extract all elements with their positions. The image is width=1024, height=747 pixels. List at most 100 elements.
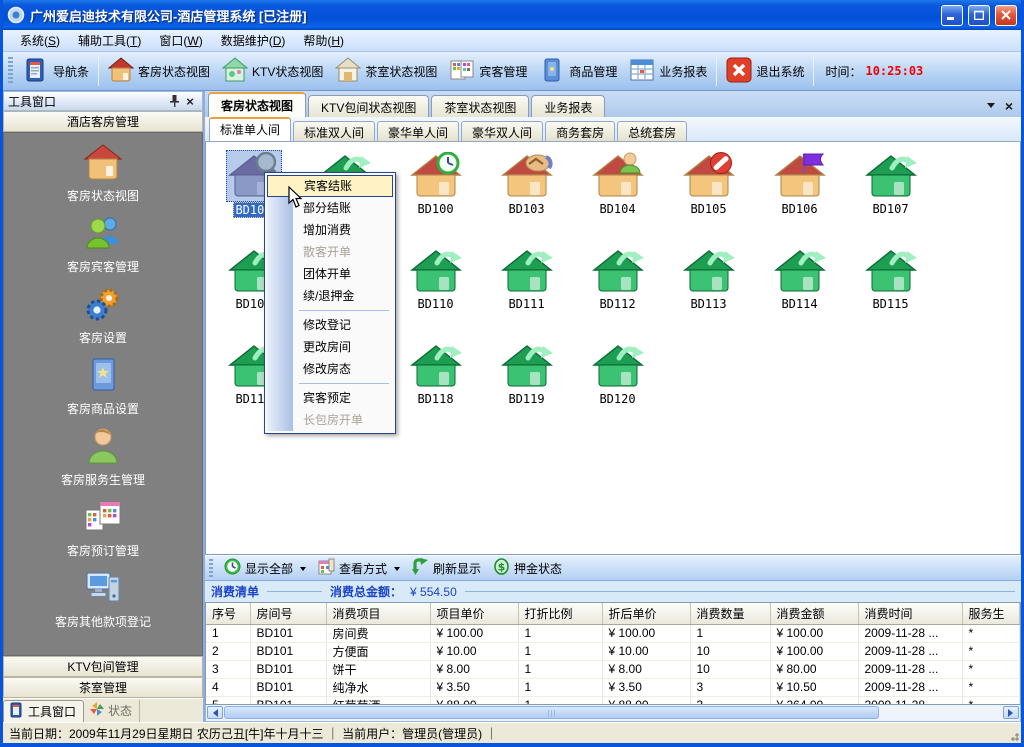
dropdown-arrow-icon[interactable] <box>394 567 400 574</box>
tab-list-dropdown-icon[interactable] <box>987 103 995 112</box>
table-row[interactable]: 4BD101纯净水¥ 3.501¥ 3.503¥ 10.502009-11-28… <box>206 678 1020 696</box>
toolbar-button-exit[interactable]: 退出系统 <box>720 54 810 88</box>
sidebar-group-hotel-rooms[interactable]: 酒店客房管理 <box>3 111 203 132</box>
action-refresh-button[interactable]: 刷新显示 <box>406 556 487 580</box>
doc-tab-2[interactable]: 茶室状态视图 <box>431 95 529 117</box>
table-row[interactable]: 2BD101方便面¥ 10.001¥ 10.0010¥ 100.002009-1… <box>206 642 1020 660</box>
main-toolbar: 导航条客房状态视图KTV状态视图茶室状态视图宾客管理商品管理业务报表退出系统时间… <box>3 52 1021 91</box>
room-type-tab-2[interactable]: 豪华单人间 <box>377 121 459 141</box>
list-toolbar-grip[interactable] <box>209 559 213 577</box>
column-header[interactable]: 消费项目 <box>326 603 430 624</box>
room-type-tab-5[interactable]: 总统套房 <box>617 121 687 141</box>
table-row[interactable]: 5BD101红葡萄酒¥ 88.001¥ 88.003¥ 264.002009-1… <box>206 696 1020 705</box>
sidebar-bottom-tab-toolwindow[interactable]: 工具窗口 <box>3 700 84 722</box>
room-BD100[interactable]: BD100 <box>390 148 481 243</box>
doc-tab-0[interactable]: 客房状态视图 <box>208 92 306 117</box>
menubar-item-0[interactable]: 系统(S) <box>11 29 69 52</box>
sidebar-item-5[interactable]: 客房服务生管理 <box>13 427 193 498</box>
column-header[interactable]: 房间号 <box>250 603 326 624</box>
room-BD104[interactable]: BD104 <box>572 148 663 243</box>
sidebar-item-4[interactable]: 客房商品设置 <box>13 356 193 427</box>
close-tab-icon[interactable]: × <box>1005 101 1013 111</box>
room-BD105[interactable]: BD105 <box>663 148 754 243</box>
context-menu-item-5[interactable]: 续/退押金 <box>267 285 393 307</box>
room-BD107[interactable]: BD107 <box>845 148 936 243</box>
sidebar-item-7[interactable]: 客房其他款项登记 <box>13 569 193 640</box>
room-BD120[interactable]: BD120 <box>572 338 663 433</box>
table-row[interactable]: 1BD101房间费¥ 100.001¥ 100.001¥ 100.002009-… <box>206 624 1020 642</box>
sidebar-item-3[interactable]: 客房设置 <box>13 285 193 356</box>
room-BD119[interactable]: BD119 <box>481 338 572 433</box>
room-BD114[interactable]: BD114 <box>754 243 845 338</box>
sidebar-item-6[interactable]: 客房预订管理 <box>13 498 193 569</box>
context-menu-item-8[interactable]: 更改房间 <box>267 336 393 358</box>
toolbar-button-goods-manage[interactable]: 商品管理 <box>533 54 623 88</box>
action-view-mode-button[interactable]: 查看方式 <box>312 556 406 580</box>
scroll-right-arrow-icon[interactable] <box>1003 706 1019 719</box>
room-type-tab-4[interactable]: 商务套房 <box>545 121 615 141</box>
room-BD112[interactable]: BD112 <box>572 243 663 338</box>
room-BD111[interactable]: BD111 <box>481 243 572 338</box>
toolbar-button-ktv-status[interactable]: KTV状态视图 <box>216 54 329 88</box>
pin-icon[interactable] <box>166 94 182 109</box>
room-type-tab-0[interactable]: 标准单人间 <box>209 117 291 141</box>
toolbar-button-report[interactable]: 业务报表 <box>623 54 713 88</box>
context-menu-item-11[interactable]: 宾客预定 <box>267 387 393 409</box>
room-BD106[interactable]: BD106 <box>754 148 845 243</box>
column-header[interactable]: 序号 <box>206 603 250 624</box>
menubar-item-2[interactable]: 窗口(W) <box>150 29 211 52</box>
menubar-item-1[interactable]: 辅助工具(T) <box>69 29 150 52</box>
context-menu-item-4[interactable]: 团体开单 <box>267 263 393 285</box>
action-clock-button[interactable]: 显示全部 <box>218 556 312 580</box>
sidebar-group-ktv[interactable]: KTV包间管理 <box>3 656 203 677</box>
scroll-left-arrow-icon[interactable] <box>207 706 223 719</box>
context-menu-item-2[interactable]: 增加消费 <box>267 219 393 241</box>
column-header[interactable]: 消费时间 <box>858 603 962 624</box>
doc-tab-3[interactable]: 业务报表 <box>531 95 605 117</box>
room-BD118[interactable]: BD118 <box>390 338 481 433</box>
table-cell: * <box>962 642 1020 660</box>
table-cell: 方便面 <box>326 642 430 660</box>
close-button[interactable] <box>995 5 1017 26</box>
doc-tab-1[interactable]: KTV包间状态视图 <box>308 95 429 117</box>
column-header[interactable]: 服务生 <box>962 603 1020 624</box>
room-BD113[interactable]: BD113 <box>663 243 754 338</box>
context-menu-item-1[interactable]: 部分结账 <box>267 197 393 219</box>
table-cell: ¥ 100.00 <box>602 624 690 642</box>
titlebar: 广州爱启迪技术有限公司-酒店管理系统 [已注册] <box>3 0 1021 30</box>
room-type-tab-1[interactable]: 标准双人间 <box>293 121 375 141</box>
context-menu-item-0[interactable]: 宾客结账 <box>267 175 393 197</box>
menubar-item-4[interactable]: 帮助(H) <box>294 29 353 52</box>
context-menu-item-9[interactable]: 修改房态 <box>267 358 393 380</box>
horizontal-scrollbar[interactable] <box>205 705 1021 722</box>
toolbar-button-room-status[interactable]: 客房状态视图 <box>102 54 216 88</box>
toolbar-button-navigator[interactable]: 导航条 <box>17 54 95 88</box>
maximize-button[interactable] <box>968 5 990 26</box>
room-BD115[interactable]: BD115 <box>845 243 936 338</box>
sidebar-bottom-tab-status[interactable]: 状态 <box>84 700 140 722</box>
context-menu-item-7[interactable]: 修改登记 <box>267 314 393 336</box>
room-BD103[interactable]: BD103 <box>481 148 572 243</box>
sidebar-item-1[interactable]: 客房状态视图 <box>13 143 193 214</box>
room-type-tab-3[interactable]: 豪华双人间 <box>461 121 543 141</box>
close-tool-window-icon[interactable]: × <box>182 94 198 109</box>
column-header[interactable]: 消费数量 <box>690 603 770 624</box>
dropdown-arrow-icon[interactable] <box>300 567 306 574</box>
column-header[interactable]: 消费金额 <box>770 603 858 624</box>
column-header[interactable]: 折后单价 <box>602 603 690 624</box>
table-row[interactable]: 3BD101饼干¥ 8.001¥ 8.0010¥ 80.002009-11-28… <box>206 660 1020 678</box>
toolbar-button-tea-status[interactable]: 茶室状态视图 <box>329 54 443 88</box>
toolbar-grip[interactable] <box>8 57 13 85</box>
scrollbar-thumb[interactable] <box>224 706 879 719</box>
sidebar-group-tea[interactable]: 茶室管理 <box>3 677 203 698</box>
minimize-button[interactable] <box>941 5 963 26</box>
menubar-item-3[interactable]: 数据维护(D) <box>212 29 295 52</box>
view-mode-icon <box>318 558 335 578</box>
resize-grip[interactable] <box>1007 729 1019 741</box>
column-header[interactable]: 打折比例 <box>518 603 602 624</box>
room-BD110[interactable]: BD110 <box>390 243 481 338</box>
column-header[interactable]: 项目单价 <box>430 603 518 624</box>
action-deposit-button[interactable]: $押金状态 <box>487 556 568 580</box>
sidebar-item-2[interactable]: 客房宾客管理 <box>13 214 193 285</box>
toolbar-button-guest-manage[interactable]: 宾客管理 <box>443 54 533 88</box>
